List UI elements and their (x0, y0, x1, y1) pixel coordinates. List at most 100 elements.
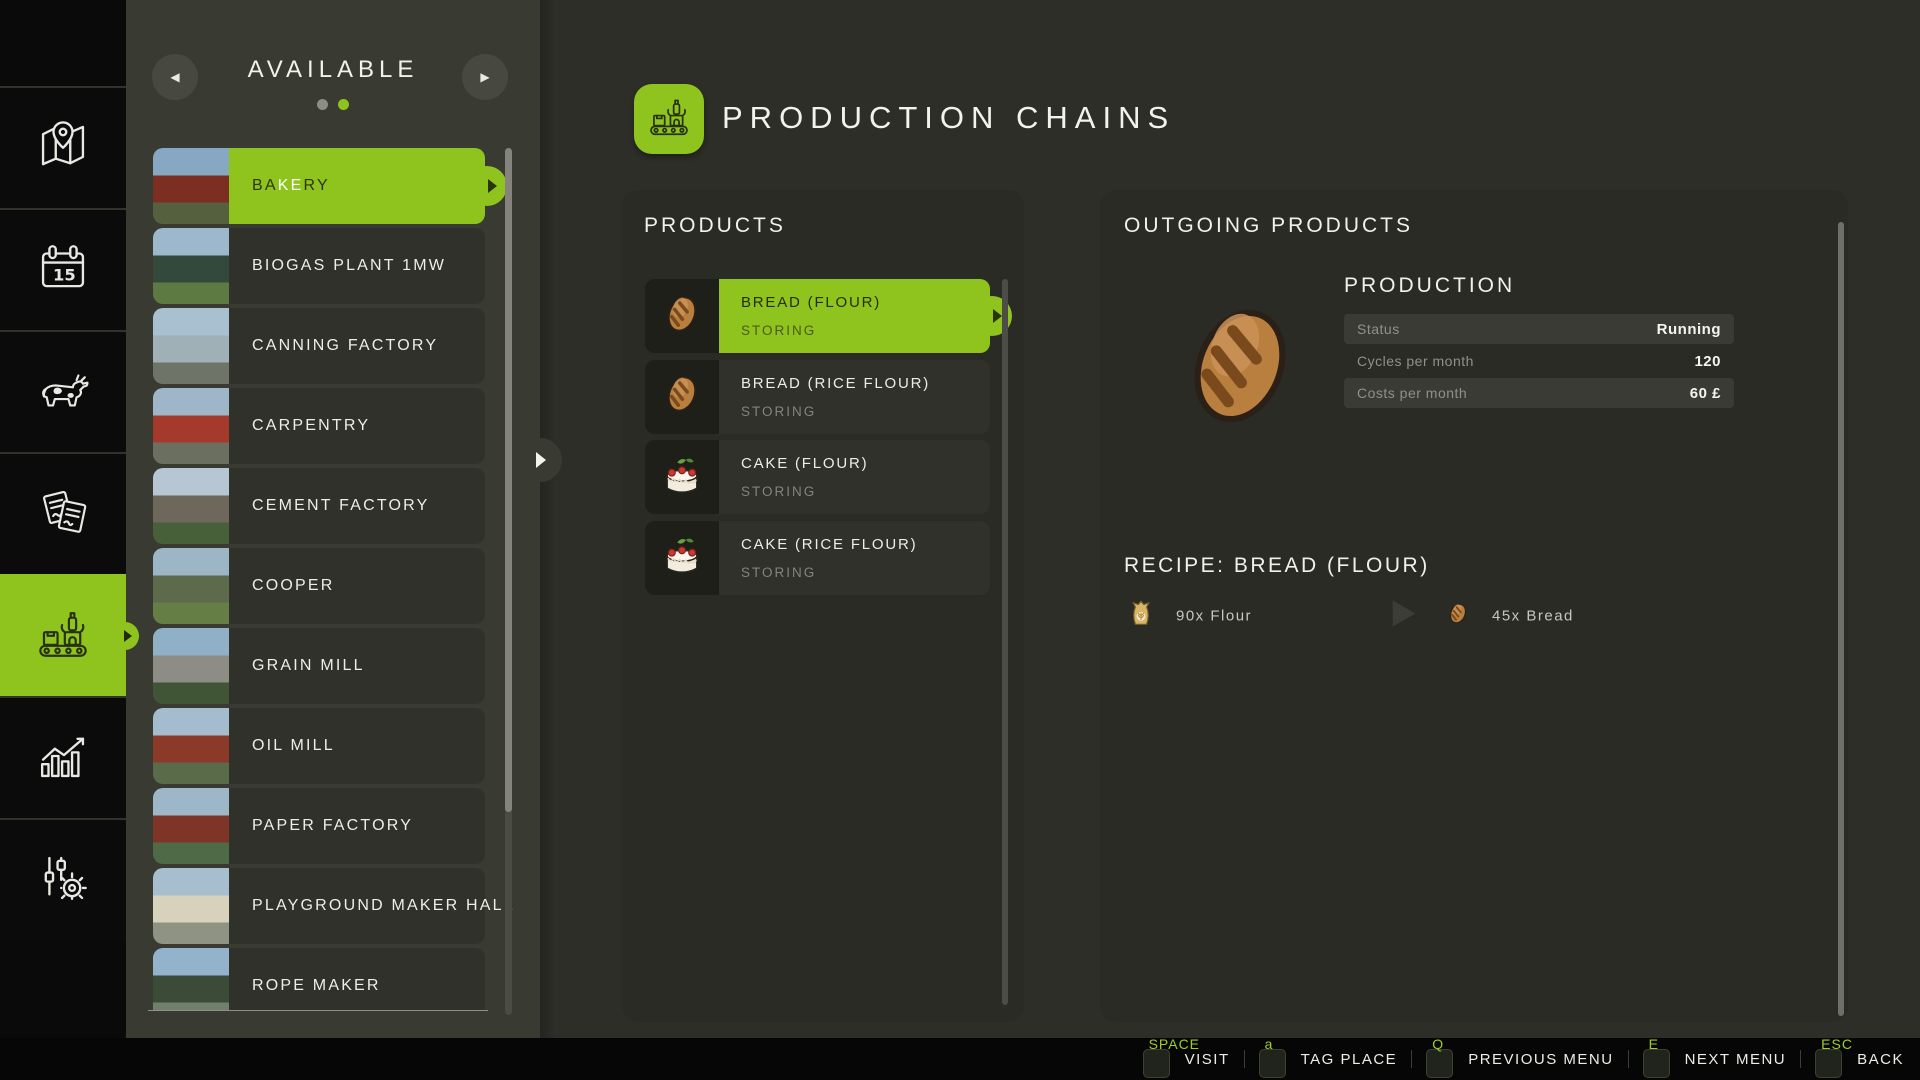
building-row[interactable]: GRAIN MILL (153, 628, 515, 704)
page-title: PRODUCTION CHAINS (722, 100, 1176, 135)
product-plate (719, 359, 990, 434)
bread-product-image (1160, 286, 1320, 451)
hotkey-action-label: NEXT MENU (1684, 1050, 1787, 1068)
outgoing-scrollbar[interactable] (1838, 222, 1844, 1016)
building-name: BAKERY (252, 177, 330, 194)
sidebar-item-production[interactable] (0, 574, 139, 696)
controls-icon (34, 849, 92, 912)
product-row[interactable]: CAKE (FLOUR) STORING (645, 440, 990, 515)
recipe-row: 90x Flour 45x Bread (1100, 590, 1848, 642)
building-name: ROPE MAKER (252, 977, 381, 994)
product-name: BREAD (FLOUR) (741, 294, 882, 311)
products-title: PRODUCTS (644, 214, 786, 237)
list-bottom-divider (148, 1010, 488, 1011)
outgoing-products-card: OUTGOING PRODUCTS PRODUCTION Status Runni… (1100, 190, 1848, 1022)
pager-dots[interactable] (126, 99, 540, 110)
building-name: PLAYGROUND MAKER HALL (252, 897, 515, 914)
selected-row-arrow (467, 166, 507, 206)
chevron-right-icon: ▶ (480, 70, 490, 84)
building-row[interactable]: CEMENT FACTORY (153, 468, 515, 544)
building-row[interactable]: CANNING FACTORY (153, 308, 515, 384)
building-row[interactable]: PLAYGROUND MAKER HALL (153, 868, 515, 944)
building-thumbnail (153, 788, 229, 864)
animals-icon (34, 361, 92, 424)
product-name: CAKE (FLOUR) (741, 455, 869, 472)
cake-icon (657, 530, 707, 585)
key-label: ESC (1821, 1036, 1853, 1052)
sidebar-item-map[interactable] (0, 86, 126, 208)
statistics-icon (34, 727, 92, 790)
building-row[interactable]: COOPER (153, 548, 515, 624)
sidebar-item-calendar[interactable]: 15 (0, 208, 126, 330)
product-row[interactable]: BREAD (FLOUR) STORING (645, 279, 1012, 354)
key-label: Q (1432, 1036, 1445, 1052)
production-chains-icon (634, 84, 704, 154)
building-thumbnail (153, 868, 229, 944)
pager-dot-active[interactable] (338, 99, 349, 110)
building-thumbnail (153, 948, 229, 1010)
key-label: E (1648, 1036, 1659, 1052)
hotkey-separator (1800, 1050, 1802, 1068)
pager-dot[interactable] (317, 99, 328, 110)
production-heading: PRODUCTION (1344, 274, 1516, 297)
building-row[interactable]: BAKERY (153, 148, 515, 224)
building-thumbnail (153, 548, 229, 624)
bread-icon (1444, 600, 1472, 633)
keycap-esc: ESC (1815, 1036, 1852, 1078)
sidebar-item-contracts[interactable] (0, 452, 126, 574)
building-row[interactable]: CARPENTRY (153, 388, 515, 464)
building-thumbnail (153, 388, 229, 464)
building-name: COOPER (252, 577, 335, 594)
sidebar-item-controls[interactable] (0, 818, 126, 940)
hotkey-visit[interactable]: SPACE VISIT (1142, 1036, 1230, 1078)
building-thumbnail (153, 228, 229, 304)
product-row[interactable]: BREAD (RICE FLOUR) STORING (645, 359, 990, 435)
product-status: STORING (741, 484, 817, 499)
stat-value: 120 (1694, 352, 1721, 370)
production-chains-screen: ◀ AVAILABLE ▶ BAKERY BIOGAS PLANT 1MW CANN… (0, 0, 1920, 1080)
production-stats: Status Running Cycles per month 120 Costs pe… (1344, 314, 1734, 410)
panel-expand-arrow[interactable] (518, 438, 562, 482)
sidebar-item-statistics[interactable] (0, 696, 126, 818)
products-scrollbar[interactable] (1002, 279, 1008, 1005)
pager-right-button[interactable]: ▶ (462, 54, 508, 100)
stat-label: Costs per month (1357, 385, 1468, 401)
bread-icon (657, 369, 707, 424)
sidebar-item-animals[interactable] (0, 330, 126, 452)
product-plate (719, 440, 990, 514)
key-label: a (1264, 1036, 1274, 1052)
key-label: SPACE (1148, 1036, 1201, 1052)
svg-text:15: 15 (53, 265, 76, 284)
hotkey-next-menu[interactable]: E NEXT MENU (1642, 1036, 1787, 1078)
building-thumbnail (153, 708, 229, 784)
hotkey-tag-place[interactable]: a TAG PLACE (1258, 1036, 1398, 1078)
building-row[interactable]: OIL MILL (153, 708, 515, 784)
stat-label: Status (1357, 321, 1400, 337)
building-thumbnail (153, 148, 229, 224)
building-row[interactable]: ROPE MAKER (153, 948, 515, 1010)
panel-edge-shade (540, 0, 556, 1038)
keycap-a: a (1258, 1036, 1286, 1078)
buildings-scrollbar-thumb[interactable] (505, 148, 512, 812)
active-item-notch (111, 622, 139, 650)
building-name: GRAIN MILL (252, 657, 365, 674)
building-row[interactable]: PAPER FACTORY (153, 788, 515, 864)
sidebar: 15 (0, 0, 139, 1038)
hotkey-previous-menu[interactable]: Q PREVIOUS MENU (1426, 1036, 1614, 1078)
recipe-heading: RECIPE: BREAD (FLOUR) (1124, 554, 1430, 577)
keycap-space: SPACE (1142, 1036, 1199, 1078)
building-row[interactable]: BIOGAS PLANT 1MW (153, 228, 515, 304)
available-buildings-panel: ◀ AVAILABLE ▶ BAKERY BIOGAS PLANT 1MW CANN… (126, 0, 540, 1038)
hotkey-back[interactable]: ESC BACK (1815, 1036, 1904, 1078)
cake-icon (657, 450, 707, 505)
flour-sack-icon (1126, 599, 1156, 634)
hotkey-action-label: PREVIOUS MENU (1468, 1050, 1614, 1068)
product-icon-tile (645, 279, 719, 353)
product-row[interactable]: CAKE (RICE FLOUR) STORING (645, 520, 990, 596)
contracts-icon (34, 483, 92, 546)
product-plate (719, 520, 990, 595)
play-icon (1391, 599, 1417, 634)
keycap-e: E (1642, 1036, 1670, 1078)
building-name: PAPER FACTORY (252, 817, 414, 834)
product-name: CAKE (RICE FLOUR) (741, 535, 918, 553)
